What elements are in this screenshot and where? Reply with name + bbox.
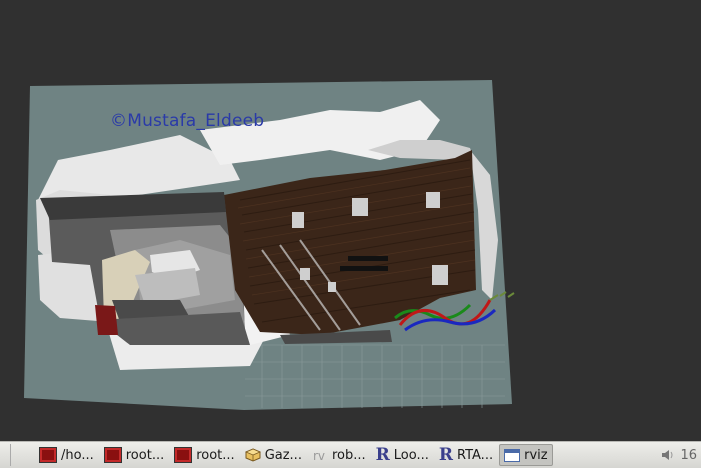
terminal-icon bbox=[174, 447, 193, 463]
rviz-window-icon bbox=[504, 448, 521, 462]
svg-text:rv: rv bbox=[313, 449, 325, 462]
taskbar-item-label: Loo... bbox=[393, 447, 429, 463]
taskbar-item-terminal-3[interactable]: root... bbox=[170, 444, 238, 466]
rviz-3d-viewport[interactable]: ©Mustafa_Eldeeb bbox=[0, 0, 701, 441]
taskbar-stub bbox=[0, 444, 11, 466]
r-icon: R bbox=[375, 445, 390, 465]
taskbar-item-label: Gaz... bbox=[264, 447, 302, 463]
taskbar-item-terminal-2[interactable]: root... bbox=[100, 444, 168, 466]
taskbar-item-label: RTA... bbox=[457, 447, 494, 463]
taskbar-item-label: root... bbox=[196, 447, 235, 463]
taskbar-item-terminal-1[interactable]: /ho... bbox=[35, 444, 98, 466]
taskbar-item-rviz[interactable]: rviz bbox=[499, 444, 553, 466]
watermark-text: ©Mustafa_Eldeeb bbox=[110, 111, 265, 131]
taskbar-item-rob[interactable]: rv rob... bbox=[308, 444, 370, 466]
taskbar-item-label: root... bbox=[125, 447, 165, 463]
system-tray: 16 bbox=[660, 448, 701, 463]
gazebo-icon bbox=[244, 448, 261, 462]
r-icon: R bbox=[438, 445, 453, 465]
terminal-icon bbox=[103, 447, 122, 463]
clock-text[interactable]: 16 bbox=[680, 448, 697, 463]
taskbar-item-rta[interactable]: R RTA... bbox=[435, 444, 497, 466]
taskbar: /ho... root... root... Gaz... rv rob... … bbox=[0, 441, 701, 468]
speaker-icon[interactable] bbox=[660, 448, 676, 462]
taskbar-item-label: rviz bbox=[524, 447, 548, 463]
taskbar-item-label: /ho... bbox=[61, 447, 94, 463]
rviz-r-icon: rv bbox=[313, 449, 325, 462]
taskbar-item-label: rob... bbox=[331, 447, 366, 463]
terminal-icon bbox=[39, 447, 57, 463]
map-render bbox=[24, 80, 515, 410]
taskbar-item-gazebo[interactable]: Gaz... bbox=[241, 444, 306, 466]
taskbar-item-loo[interactable]: R Loo... bbox=[372, 444, 433, 466]
